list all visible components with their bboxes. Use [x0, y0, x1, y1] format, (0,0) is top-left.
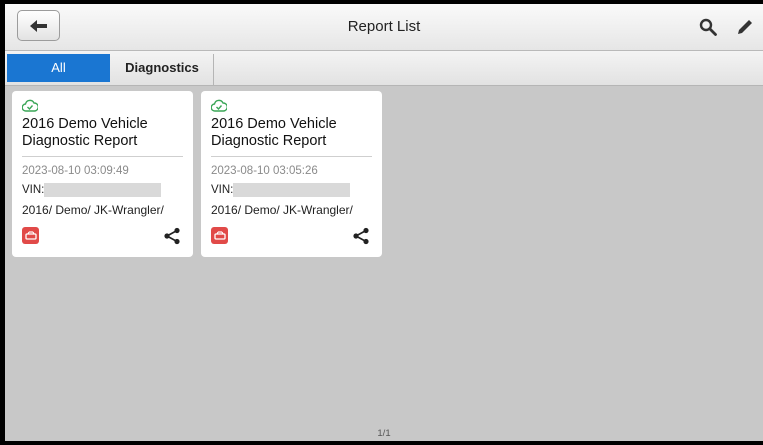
- edit-button[interactable]: [734, 16, 756, 38]
- search-button[interactable]: [697, 16, 719, 38]
- share-icon[interactable]: [163, 227, 181, 245]
- report-title: 2016 Demo Vehicle Diagnostic Report: [22, 116, 183, 157]
- page-indicator: 1/1: [377, 428, 391, 439]
- vin-label: VIN:: [22, 184, 45, 196]
- report-list-screen: Report List All Diagnostics 2016 Demo Ve…: [5, 4, 763, 441]
- car-icon: [22, 227, 39, 244]
- pencil-icon: [738, 20, 752, 34]
- title-bar: Report List: [5, 4, 763, 51]
- tab-all[interactable]: All: [7, 54, 110, 82]
- report-date: 2023-08-10 03:05:26: [211, 165, 318, 177]
- report-date: 2023-08-10 03:09:49: [22, 165, 129, 177]
- card-actions: [22, 227, 183, 249]
- vin-label: VIN:: [211, 184, 234, 196]
- page-title: Report List: [347, 18, 421, 35]
- tab-bar: All Diagnostics: [5, 51, 763, 86]
- share-icon[interactable]: [352, 227, 370, 245]
- vin-row: VIN:: [211, 183, 372, 197]
- report-card[interactable]: 2016 Demo Vehicle Diagnostic Report 2023…: [201, 91, 382, 257]
- vehicle-path: 2016/ Demo/ JK-Wrangler/: [211, 203, 353, 217]
- cloud-check-icon: [211, 99, 227, 112]
- report-title: 2016 Demo Vehicle Diagnostic Report: [211, 116, 372, 157]
- vin-redacted: [233, 183, 351, 197]
- search-icon: [699, 18, 717, 36]
- vehicle-path: 2016/ Demo/ JK-Wrangler/: [22, 203, 164, 217]
- card-actions: [211, 227, 372, 249]
- vin-row: VIN:: [22, 183, 183, 197]
- report-card[interactable]: 2016 Demo Vehicle Diagnostic Report 2023…: [12, 91, 193, 257]
- tab-diagnostics[interactable]: Diagnostics: [111, 54, 214, 85]
- vin-redacted: [44, 183, 162, 197]
- back-arrow-icon: [29, 19, 47, 32]
- back-button[interactable]: [17, 10, 60, 41]
- car-icon: [211, 227, 228, 244]
- cloud-check-icon: [22, 99, 38, 112]
